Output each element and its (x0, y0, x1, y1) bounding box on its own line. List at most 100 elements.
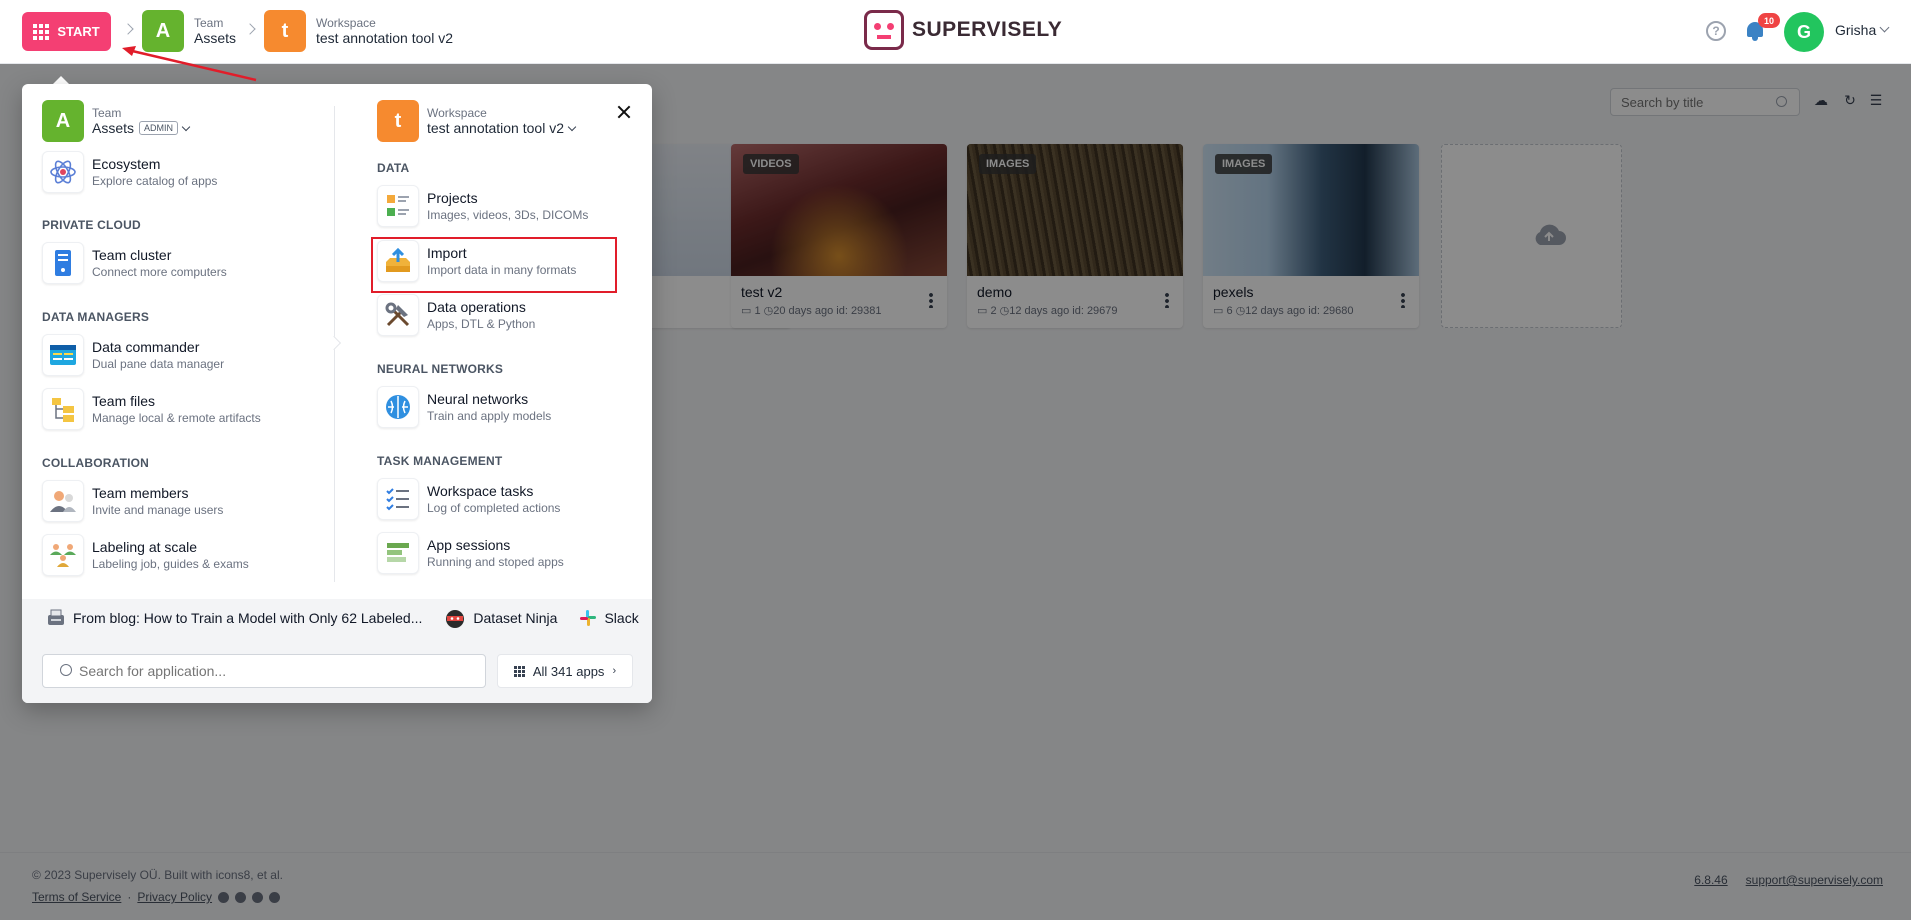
chevron-right-icon (244, 23, 256, 35)
slack-icon (580, 610, 597, 626)
menu-item-team-members[interactable]: Team members Invite and manage users (42, 480, 223, 522)
highlight-box (371, 237, 617, 293)
robot-logo-icon (864, 10, 904, 50)
menu-item-subtitle: Connect more computers (92, 265, 227, 279)
section-collaboration: COLLABORATION (42, 456, 150, 470)
users-icon (42, 480, 84, 522)
workspace-caption: Workspace (316, 16, 376, 30)
user-avatar[interactable]: G (1784, 12, 1824, 52)
chevron-down-icon (181, 122, 191, 131)
search-icon (60, 664, 72, 676)
menu-item-workspace-tasks[interactable]: Workspace tasks Log of completed actions (377, 478, 560, 520)
app-search-input[interactable] (42, 654, 486, 688)
menu-item-title: Labeling at scale (92, 539, 198, 555)
workspace-name: test annotation tool v2 (427, 120, 564, 136)
menu-item-title: Workspace tasks (427, 483, 534, 499)
dataset-ninja-link[interactable]: Dataset Ninja (444, 608, 557, 628)
menu-item-title: Projects (427, 190, 478, 206)
grid-icon (513, 665, 525, 677)
start-button[interactable]: START (22, 12, 111, 51)
slack-link[interactable]: Slack (579, 609, 639, 627)
menu-item-app-sessions[interactable]: App sessions Running and stoped apps (377, 532, 564, 574)
close-icon[interactable] (616, 104, 632, 120)
menu-item-data-commander[interactable]: Data commander Dual pane data manager (42, 334, 224, 376)
menu-item-title: Team members (92, 485, 189, 501)
team-caption: Team (194, 16, 224, 30)
team-caption: Team (92, 106, 122, 120)
menu-item-team-files[interactable]: Team files Manage local & remote artifac… (42, 388, 261, 430)
menu-item-subtitle: Images, videos, 3Ds, DICOMs (427, 208, 589, 222)
menu-item-subtitle: Invite and manage users (92, 503, 224, 517)
menu-item-title: Neural networks (427, 391, 529, 407)
projects-icon (377, 185, 419, 227)
typewriter-icon (48, 609, 64, 625)
menu-item-ecosystem[interactable]: Ecosystem Explore catalog of apps (42, 151, 217, 193)
menu-item-title: Ecosystem (92, 156, 161, 172)
ninja-icon (446, 610, 465, 628)
user-name[interactable]: Grisha (1835, 22, 1876, 38)
divider-notch (326, 335, 342, 351)
menu-item-title: Team files (92, 393, 156, 409)
help-icon[interactable]: ? (1706, 21, 1726, 41)
start-menu: A Team Assets ADMIN Ecosystem Explore ca… (22, 84, 652, 703)
workspace-selector[interactable]: t Workspace test annotation tool v2 (377, 100, 577, 142)
team-avatar: A (42, 100, 84, 142)
admin-badge: ADMIN (139, 121, 179, 135)
blog-link[interactable]: From blog: How to Train a Model with Onl… (46, 609, 422, 627)
dataset-ninja-text: Dataset Ninja (473, 610, 558, 626)
workspace-avatar: t (264, 10, 306, 52)
menu-item-projects[interactable]: Projects Images, videos, 3Ds, DICOMs (377, 185, 588, 227)
menu-item-title: Data operations (427, 299, 526, 315)
checklist-icon (377, 478, 419, 520)
workspace-caption: Workspace (427, 106, 487, 120)
menu-item-subtitle: Labeling job, guides & exams (92, 557, 249, 571)
team-name: Assets (92, 120, 135, 136)
workspace-avatar: t (377, 100, 419, 142)
chevron-down-icon (567, 122, 577, 131)
menu-item-labeling-at-scale[interactable]: Labeling at scale Labeling job, guides &… (42, 534, 249, 576)
blog-link-text: From blog: How to Train a Model with Onl… (73, 610, 423, 626)
slack-text: Slack (604, 610, 639, 626)
chevron-down-icon[interactable] (1879, 22, 1890, 33)
workspace-name: test annotation tool v2 (316, 30, 453, 46)
menu-item-subtitle: Log of completed actions (427, 501, 561, 515)
server-icon (42, 242, 84, 284)
menu-item-subtitle: Dual pane data manager (92, 357, 225, 371)
all-apps-button[interactable]: All 341 apps › (497, 654, 633, 688)
start-label: START (57, 24, 100, 39)
top-bar: START A Team Assets t Workspace test ann… (0, 0, 1911, 64)
logo-text: SUPERVISELY (912, 18, 1063, 41)
menu-item-subtitle: Manage local & remote artifacts (92, 411, 261, 425)
menu-item-subtitle: Train and apply models (427, 409, 552, 423)
menu-item-title: App sessions (427, 537, 511, 553)
sessions-icon (377, 532, 419, 574)
menu-item-title: Data commander (92, 339, 200, 355)
quick-links: From blog: How to Train a Model with Onl… (46, 608, 639, 628)
menu-item-title: Team cluster (92, 247, 172, 263)
grid-icon (33, 23, 50, 40)
menu-item-data-operations[interactable]: Data operations Apps, DTL & Python (377, 294, 535, 336)
tools-icon (377, 294, 419, 336)
team-labeling-icon (42, 534, 84, 576)
supervisely-logo[interactable]: SUPERVISELY (864, 10, 1062, 50)
brain-icon (377, 386, 419, 428)
section-neural-networks: NEURAL NETWORKS (377, 362, 504, 376)
section-data-managers: DATA MANAGERS (42, 310, 150, 324)
all-apps-label: All 341 apps (532, 663, 605, 679)
data-commander-icon (42, 334, 84, 376)
notification-badge: 10 (1758, 13, 1780, 28)
menu-item-neural-networks[interactable]: Neural networks Train and apply models (377, 386, 551, 428)
menu-item-subtitle: Apps, DTL & Python (427, 317, 536, 331)
breadcrumb-workspace[interactable]: t Workspace test annotation tool v2 (264, 10, 453, 52)
team-selector[interactable]: A Team Assets ADMIN (42, 100, 191, 142)
section-task-management: TASK MANAGEMENT (377, 454, 503, 468)
atom-icon (42, 151, 84, 193)
chevron-right-icon: › (612, 665, 617, 677)
menu-item-subtitle: Running and stoped apps (427, 555, 564, 569)
red-arrow-annotation (122, 46, 257, 82)
chevron-right-icon (122, 23, 134, 35)
section-private-cloud: PRIVATE CLOUD (42, 218, 141, 232)
section-data: DATA (377, 161, 410, 175)
menu-item-team-cluster[interactable]: Team cluster Connect more computers (42, 242, 227, 284)
menu-item-subtitle: Explore catalog of apps (92, 174, 218, 188)
